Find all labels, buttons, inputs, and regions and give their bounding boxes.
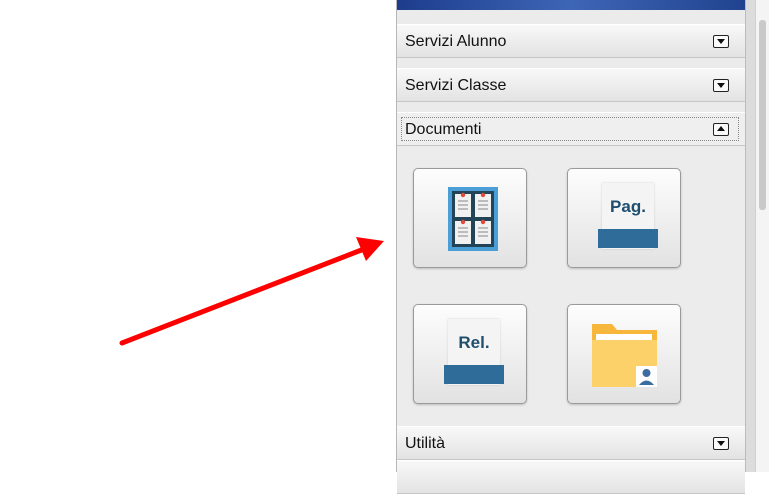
side-menu-panel: Servizi Alunno Servizi Classe Documenti — [396, 0, 745, 494]
collapse-toggle-icon[interactable] — [713, 123, 729, 136]
expand-toggle-icon[interactable] — [713, 79, 729, 92]
bacheca-tile-button[interactable] — [413, 168, 527, 268]
relazioni-tile-button[interactable]: Rel. — [413, 304, 527, 404]
section-label: Utilità — [405, 435, 446, 452]
scrollbar-thumb[interactable] — [759, 20, 766, 210]
section-header-servizi-classe[interactable]: Servizi Classe — [397, 68, 745, 102]
folder-user-icon — [592, 324, 657, 387]
pagelle-tile-button[interactable]: Pag. — [567, 168, 681, 268]
expand-toggle-icon[interactable] — [713, 437, 729, 450]
section-label: Servizi Alunno — [405, 33, 507, 50]
documenti-content: Pag. Rel. — [397, 150, 745, 426]
section-header-utilita[interactable]: Utilità — [397, 426, 745, 460]
vertical-scrollbar[interactable] — [755, 0, 769, 472]
section-label: Servizi Classe — [405, 77, 507, 94]
tile-text: Rel. — [458, 333, 490, 352]
document-rel-icon: Rel. — [444, 319, 504, 385]
document-pag-icon: Pag. — [598, 183, 658, 249]
document-bar — [444, 365, 504, 384]
document-bar — [598, 229, 658, 248]
top-banner-strip — [397, 0, 745, 10]
section-label: Documenti — [405, 121, 482, 138]
section-header-next[interactable] — [397, 460, 745, 494]
tile-text: Pag. — [610, 197, 646, 216]
bulletin-board-icon — [448, 187, 498, 251]
folder-tile-button[interactable] — [567, 304, 681, 404]
expand-toggle-icon[interactable] — [713, 35, 729, 48]
section-header-documenti[interactable]: Documenti — [397, 112, 745, 146]
section-header-servizi-alunno[interactable]: Servizi Alunno — [397, 24, 745, 58]
